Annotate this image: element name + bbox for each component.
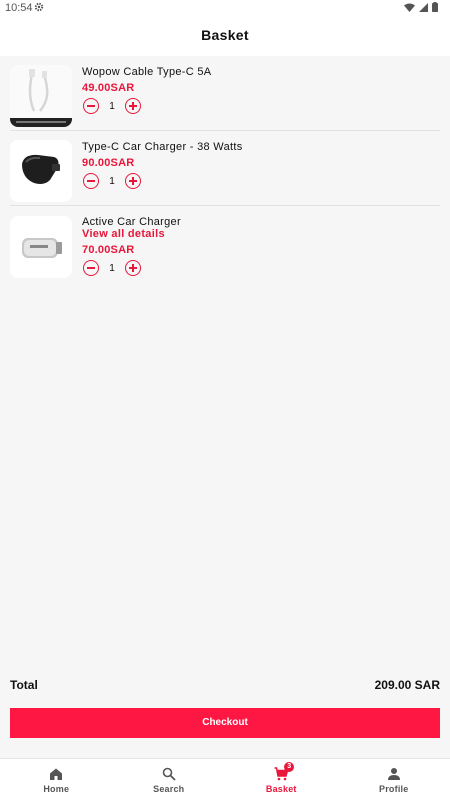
settings-gear-icon xyxy=(34,2,44,12)
decrease-quantity-button[interactable] xyxy=(83,173,99,189)
view-details-link[interactable]: View all details xyxy=(82,228,165,240)
increase-quantity-button[interactable] xyxy=(125,173,141,189)
total-row: Total 209.00 SAR xyxy=(10,678,440,692)
battery-icon xyxy=(432,2,438,12)
quantity-value: 1 xyxy=(109,100,115,112)
product-price: 70.00SAR xyxy=(82,244,135,256)
bottom-nav: Home Search 3 Basket Profile xyxy=(0,758,450,800)
person-icon xyxy=(387,768,400,780)
basket-list: Wopow Cable Type-C 5A 49.00SAR 1 Type-C … xyxy=(0,56,450,292)
app-header: Basket xyxy=(0,16,450,56)
increase-quantity-button[interactable] xyxy=(125,98,141,114)
decrease-quantity-button[interactable] xyxy=(83,260,99,276)
nav-label: Profile xyxy=(379,784,409,794)
signal-icon xyxy=(419,2,428,12)
total-label: Total xyxy=(10,678,38,692)
product-name: Wopow Cable Type-C 5A xyxy=(82,66,212,78)
wifi-icon xyxy=(404,3,415,12)
nav-item-home[interactable]: Home xyxy=(0,759,113,800)
product-name: Type-C Car Charger - 38 Watts xyxy=(82,141,243,153)
home-icon xyxy=(50,768,63,780)
status-time: 10:54 xyxy=(5,2,33,14)
basket-item: Wopow Cable Type-C 5A 49.00SAR 1 xyxy=(10,56,440,131)
nav-label: Basket xyxy=(265,784,297,794)
product-image[interactable] xyxy=(10,140,72,202)
status-bar: 10:54 xyxy=(0,0,450,16)
quantity-stepper: 1 xyxy=(83,98,141,114)
product-price: 90.00SAR xyxy=(82,157,135,169)
product-image[interactable] xyxy=(10,216,72,278)
basket-item: Active Car Charger View all details 70.0… xyxy=(10,206,440,292)
increase-quantity-button[interactable] xyxy=(125,260,141,276)
total-value: 209.00 SAR xyxy=(374,678,440,692)
checkout-button[interactable]: Checkout xyxy=(10,708,440,738)
basket-item: Type-C Car Charger - 38 Watts 90.00SAR 1 xyxy=(10,131,440,206)
quantity-value: 1 xyxy=(109,262,115,274)
decrease-quantity-button[interactable] xyxy=(83,98,99,114)
quantity-stepper: 1 xyxy=(83,260,141,276)
status-icons xyxy=(404,2,438,12)
quantity-value: 1 xyxy=(109,175,115,187)
product-name: Active Car Charger xyxy=(82,216,181,228)
search-icon xyxy=(162,767,176,781)
nav-item-profile[interactable]: Profile xyxy=(338,759,450,800)
product-image[interactable] xyxy=(10,65,72,127)
product-price: 49.00SAR xyxy=(82,82,135,94)
nav-label: Home xyxy=(43,784,70,794)
cart-count-badge: 3 xyxy=(284,762,295,772)
nav-item-search[interactable]: Search xyxy=(113,759,226,800)
page-title: Basket xyxy=(201,27,249,43)
nav-label: Search xyxy=(153,784,185,794)
quantity-stepper: 1 xyxy=(83,173,141,189)
nav-item-basket[interactable]: 3 Basket xyxy=(225,759,338,800)
